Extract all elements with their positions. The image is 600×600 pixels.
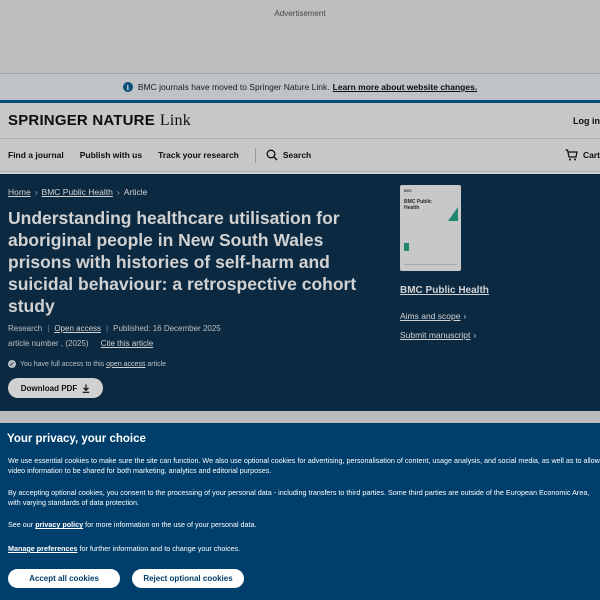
springer-nature-link-logo[interactable]: SPRINGER NATURE Link (8, 112, 191, 130)
nav-track-research[interactable]: Track your research (158, 150, 239, 160)
privacy-policy-link[interactable]: privacy policy (35, 520, 83, 529)
search-label: Search (282, 150, 312, 160)
logo-main: SPRINGER NATURE (8, 111, 155, 129)
login-link[interactable]: Log in (573, 116, 600, 126)
aims-scope-link[interactable]: Aims and scope › (400, 311, 466, 321)
learn-more-link[interactable]: Learn more about website changes. (333, 82, 478, 92)
main-nav: Find a journal Publish with us Track you… (0, 139, 600, 172)
arrow-right-icon: › (473, 330, 477, 340)
article-title: Understanding healthcare utilisation for… (8, 208, 357, 316)
download-pdf-label: Download PDF (20, 383, 78, 393)
cover-graphic (448, 207, 458, 221)
article-meta: Research | Open access | Published: 16 Decem… (8, 324, 221, 333)
cookie-paragraph-manage: Manage preferences for further informati… (8, 544, 600, 554)
logo-link: Link (159, 111, 191, 129)
privacy-suffix: for more information on the use of your … (85, 520, 257, 529)
search-button[interactable]: Search (266, 149, 311, 161)
cart-icon (565, 149, 578, 161)
advertisement-banner: Advertisement (0, 0, 600, 74)
submit-manuscript-label: Submit manuscript (400, 330, 471, 340)
cart-button[interactable]: Cart (565, 149, 600, 161)
advertisement-label: Advertisement (274, 9, 326, 18)
cookie-paragraph-privacy: See our privacy policy for more informat… (8, 520, 600, 530)
cover-title: BMC Public Health (404, 199, 432, 211)
reject-optional-cookies-button[interactable]: Reject optional cookies (132, 569, 244, 588)
cookie-paragraph-essential: We use essential cookies to make sure th… (8, 456, 600, 475)
check-icon: ✓ (8, 360, 16, 368)
submit-manuscript-link[interactable]: Submit manuscript › (400, 330, 476, 340)
cite-this-article-link[interactable]: Cite this article (101, 339, 153, 348)
cover-graphic (404, 243, 409, 251)
article-type: Research (8, 324, 43, 333)
journal-name-link[interactable]: BMC Public Health (400, 285, 489, 296)
nav-publish[interactable]: Publish with us (80, 150, 142, 160)
breadcrumb-home[interactable]: Home (8, 187, 31, 197)
chevron-right-icon: › (116, 187, 120, 197)
cart-label: Cart (582, 150, 600, 160)
open-access-link[interactable]: Open access (54, 324, 101, 333)
arrow-right-icon: › (463, 311, 467, 321)
site-header: SPRINGER NATURE Link Log in (0, 103, 600, 139)
search-icon (266, 149, 278, 161)
download-pdf-button[interactable]: Download PDF (8, 378, 103, 398)
access-prefix: You have full access to this (20, 360, 105, 368)
cookie-banner: Your privacy, your choice We use essenti… (0, 423, 600, 600)
content-band (0, 411, 600, 423)
cover-brand: BMC (404, 189, 412, 193)
info-icon: i (122, 82, 133, 92)
article-hero: Home › BMC Public Health › Article Understan… (0, 174, 600, 411)
chevron-right-icon: › (34, 187, 38, 197)
nav-find-journal[interactable]: Find a journal (8, 150, 64, 160)
journal-cover[interactable]: BMC BMC Public Health (400, 185, 461, 271)
accept-all-cookies-button[interactable]: Accept all cookies (8, 569, 120, 588)
article-number-row: article number , (2025) Cite this articl… (8, 339, 153, 348)
published-date: Published: 16 December 2025 (113, 324, 221, 333)
access-suffix: article (147, 360, 167, 368)
breadcrumb-journal[interactable]: BMC Public Health (42, 187, 113, 197)
access-open-access-link[interactable]: open access (106, 361, 145, 368)
privacy-prefix: See our (8, 520, 34, 529)
access-info: ✓ You have full access to this open acce… (8, 360, 166, 368)
cookie-heading: Your privacy, your choice (7, 433, 146, 445)
manage-preferences-link[interactable]: Manage preferences (8, 544, 78, 553)
cover-rule (404, 264, 457, 265)
breadcrumb: Home › BMC Public Health › Article (8, 187, 147, 197)
download-icon (83, 384, 90, 393)
breadcrumb-article: Article (123, 187, 148, 197)
aims-scope-label: Aims and scope (400, 311, 461, 321)
notice-text: BMC journals have moved to Springer Natu… (137, 82, 330, 92)
manage-suffix: for further information and to change yo… (79, 544, 241, 553)
nav-divider (254, 147, 256, 163)
cookie-paragraph-consent: By accepting optional cookies, you conse… (8, 488, 590, 507)
migration-notice: i BMC journals have moved to Springer Na… (0, 74, 600, 103)
article-number: article number , (2025) (8, 339, 89, 348)
